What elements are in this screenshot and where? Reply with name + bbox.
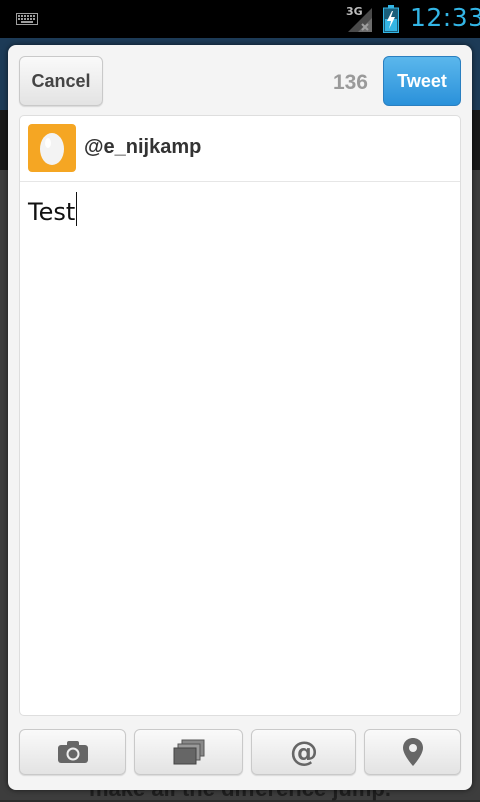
text-cursor: [76, 192, 78, 226]
camera-button[interactable]: [19, 729, 126, 775]
gallery-icon: [173, 739, 204, 765]
tweet-text: Test: [28, 198, 76, 226]
egg-avatar-icon: [40, 133, 64, 165]
tweet-text-input[interactable]: Test: [28, 192, 78, 226]
status-bar: 3G 12:33: [0, 0, 480, 38]
keyboard-icon: [16, 13, 38, 25]
svg-text:@: @: [290, 737, 318, 767]
battery-charging-icon: [383, 5, 399, 33]
character-count: 136: [332, 71, 368, 94]
status-time: 12:33: [410, 3, 480, 32]
compose-tweet-dialog: Cancel 136 Tweet @e_nijkamp Test @: [8, 45, 472, 790]
avatar: [28, 124, 76, 172]
network-type-label: 3G: [346, 5, 363, 18]
compose-area: @e_nijkamp Test: [19, 115, 461, 716]
mention-icon: @: [290, 737, 318, 767]
account-username: @e_nijkamp: [84, 136, 202, 158]
location-button[interactable]: [364, 729, 461, 775]
cancel-button[interactable]: Cancel: [19, 56, 103, 106]
gallery-button[interactable]: [134, 729, 243, 775]
account-row[interactable]: @e_nijkamp: [20, 116, 460, 182]
camera-icon: [57, 741, 88, 763]
tweet-button[interactable]: Tweet: [383, 56, 461, 106]
mention-button[interactable]: @: [251, 729, 356, 775]
location-icon: [402, 738, 423, 766]
